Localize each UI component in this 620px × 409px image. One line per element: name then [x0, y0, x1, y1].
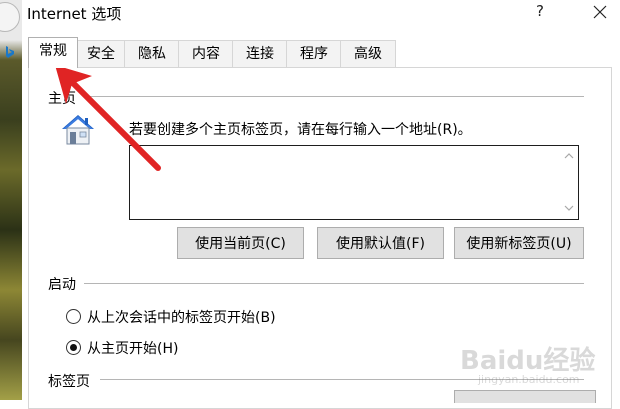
watermark: Baidu经验	[460, 346, 596, 376]
tab-security[interactable]: 安全	[76, 40, 126, 67]
use-default-button[interactable]: 使用默认值(F)	[317, 227, 444, 259]
close-icon[interactable]	[582, 0, 618, 24]
homepage-description: 若要创建多个主页标签页，请在每行输入一个地址(R)。	[129, 122, 472, 138]
window-title: Internet 选项	[27, 5, 122, 23]
tab-advanced[interactable]: 高级	[340, 40, 396, 67]
bing-icon	[6, 46, 14, 58]
radio-last-session[interactable]	[66, 309, 81, 324]
use-new-tab-button[interactable]: 使用新标签页(U)	[454, 227, 584, 259]
startup-option-label: 从上次会话中的标签页开始(B)	[87, 310, 276, 326]
tab-connections[interactable]: 连接	[232, 40, 288, 67]
startup-section-label: 启动	[48, 274, 82, 294]
radio-homepage[interactable]	[66, 340, 81, 355]
tab-general[interactable]: 常规	[28, 37, 78, 68]
textarea-scrollbar[interactable]	[560, 146, 578, 219]
tab-content[interactable]: 内容	[178, 40, 234, 67]
startup-option-homepage[interactable]: 从主页开始(H)	[66, 338, 178, 358]
homepage-separator	[84, 96, 584, 97]
tab-privacy[interactable]: 隐私	[124, 40, 180, 67]
browser-background-strip	[0, 0, 22, 400]
tabs-settings-button[interactable]	[454, 390, 596, 403]
title-bar: Internet 选项 ?	[22, 0, 620, 26]
tabs-section-label: 标签页	[48, 371, 96, 391]
startup-option-last-session[interactable]: 从上次会话中的标签页开始(B)	[66, 307, 276, 327]
scroll-down-icon[interactable]	[564, 205, 574, 211]
use-current-page-button[interactable]: 使用当前页(C)	[177, 227, 304, 259]
help-icon[interactable]: ?	[532, 2, 548, 22]
tab-programs[interactable]: 程序	[286, 40, 342, 67]
home-icon	[62, 115, 94, 145]
startup-option-label: 从主页开始(H)	[87, 341, 179, 357]
watermark-url: jingyan.baidu.com	[478, 373, 580, 386]
startup-separator	[84, 283, 584, 284]
homepage-section-label: 主页	[48, 88, 82, 108]
scroll-up-icon[interactable]	[564, 153, 574, 159]
homepage-url-textarea[interactable]	[129, 145, 579, 220]
